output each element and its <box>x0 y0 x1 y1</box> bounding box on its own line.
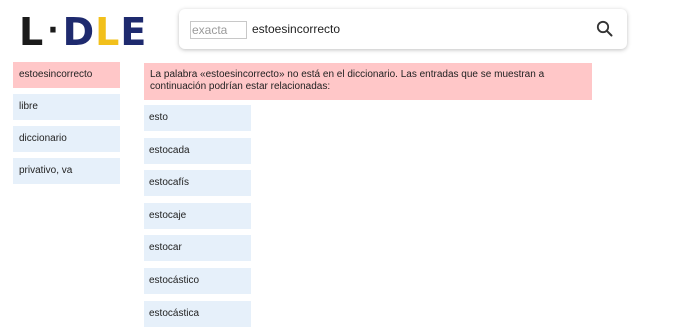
dle-logo[interactable]: L · D L E <box>19 13 147 51</box>
logo-letter-d: D <box>62 10 96 54</box>
suggestion-item[interactable]: estocástico <box>144 267 251 294</box>
sidebar-item-privativo[interactable]: privativo, va <box>13 158 120 184</box>
suggestion-item[interactable]: estocástica <box>144 300 251 327</box>
suggestion-item[interactable]: estocaje <box>144 202 251 229</box>
suggestion-item[interactable]: estocar <box>144 235 251 262</box>
logo-letter-l-yellow: L <box>95 10 121 54</box>
search-input[interactable]: estoesincorrecto <box>252 21 340 37</box>
suggestion-list: esto estocada estocafís estocaje estocar… <box>144 105 251 332</box>
search-bar: exacta estoesincorrecto <box>179 9 627 49</box>
sidebar-item-estoesincorrecto[interactable]: estoesincorrecto <box>13 62 120 88</box>
sidebar-item-libre[interactable]: libre <box>13 94 120 120</box>
sidebar-history: estoesincorrecto libre diccionario priva… <box>13 62 120 190</box>
page: L · D L E exacta estoesincorrecto estoes… <box>0 0 689 332</box>
search-icon <box>596 20 613 37</box>
suggestion-item[interactable]: estocada <box>144 137 251 164</box>
sidebar-item-diccionario[interactable]: diccionario <box>13 126 120 152</box>
logo-letter-l: L <box>19 10 45 54</box>
search-button[interactable] <box>595 19 615 39</box>
exact-search-field[interactable]: exacta <box>190 21 247 39</box>
logo-dot: · <box>47 13 60 48</box>
logo-letter-e: E <box>120 10 148 54</box>
suggestion-item[interactable]: estocafís <box>144 170 251 197</box>
suggestion-item[interactable]: esto <box>144 105 251 131</box>
not-found-notice: La palabra «estoesincorrecto» no está en… <box>144 63 592 100</box>
